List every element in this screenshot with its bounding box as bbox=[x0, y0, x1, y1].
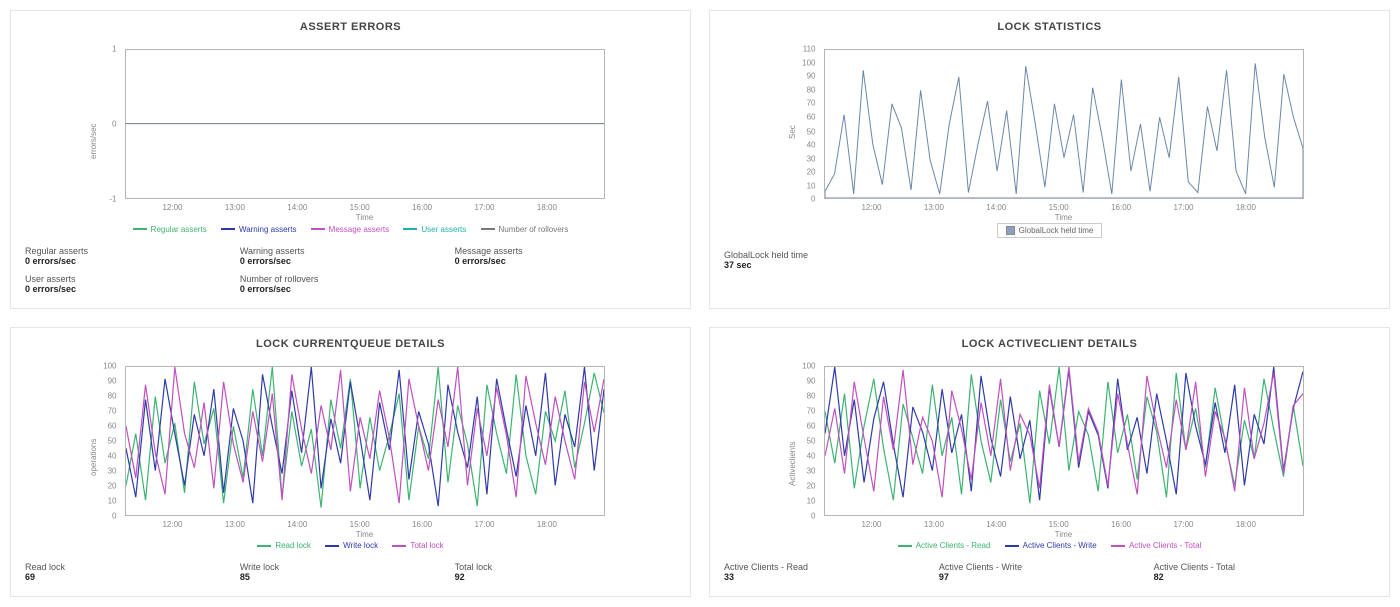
legend-item[interactable]: Write lock bbox=[325, 541, 378, 550]
stat-total-lock: Total lock92 bbox=[455, 562, 670, 582]
stat-regular-asserts: Regular asserts0 errors/sec bbox=[25, 246, 240, 266]
x-axis-label: Time bbox=[824, 213, 1304, 222]
stats-row: Regular asserts0 errors/sec Warning asse… bbox=[25, 246, 676, 294]
panel-lock-currentqueue: LOCK CURRENTQUEUE DETAILS operations 100… bbox=[10, 327, 691, 598]
panel-title: LOCK ACTIVECLIENT DETAILS bbox=[724, 338, 1375, 350]
legend-item[interactable]: GlobalLock held time bbox=[997, 223, 1103, 238]
legend-lock-statistics: GlobalLock held time bbox=[724, 223, 1375, 238]
stat-active-write: Active Clients - Write97 bbox=[939, 562, 1154, 582]
panel-title: LOCK CURRENTQUEUE DETAILS bbox=[25, 338, 676, 350]
legend-item[interactable]: Total lock bbox=[392, 541, 443, 550]
legend-lock-activeclient: Active Clients - Read Active Clients - W… bbox=[724, 540, 1375, 551]
panel-assert-errors: ASSERT ERRORS errors/sec 10-1 12:00 13:0… bbox=[10, 10, 691, 309]
panel-title: LOCK STATISTICS bbox=[724, 21, 1375, 33]
y-ticks: 1101009080706050403020100 bbox=[780, 49, 820, 199]
legend-item[interactable]: Number of rollovers bbox=[481, 225, 569, 234]
plot-area bbox=[125, 49, 605, 199]
legend-item[interactable]: Active Clients - Write bbox=[1005, 541, 1097, 550]
stat-warning-asserts: Warning asserts0 errors/sec bbox=[240, 246, 455, 266]
stats-row: Active Clients - Read33 Active Clients -… bbox=[724, 562, 1375, 582]
x-axis-label: Time bbox=[125, 213, 605, 222]
chart-lock-currentqueue[interactable]: operations 1009080706050403020100 12:00 … bbox=[81, 356, 621, 536]
legend-lock-currentqueue: Read lock Write lock Total lock bbox=[25, 540, 676, 551]
legend-item[interactable]: Warning asserts bbox=[221, 225, 297, 234]
y-ticks: 1009080706050403020100 bbox=[81, 366, 121, 516]
stat-read-lock: Read lock69 bbox=[25, 562, 240, 582]
chart-assert-errors[interactable]: errors/sec 10-1 12:00 13:00 14:00 15:00 bbox=[81, 39, 621, 219]
stat-active-read: Active Clients - Read33 bbox=[724, 562, 939, 582]
legend-item[interactable]: Active Clients - Read bbox=[898, 541, 991, 550]
panel-lock-statistics: LOCK STATISTICS Sec 11010090807060504030… bbox=[709, 10, 1390, 309]
stat-rollovers: Number of rollovers0 errors/sec bbox=[240, 274, 455, 294]
stat-user-asserts: User asserts0 errors/sec bbox=[25, 274, 240, 294]
plot-area bbox=[125, 366, 605, 516]
stat-globallock-held: GlobalLock held time37 sec bbox=[724, 250, 874, 270]
x-axis-label: Time bbox=[125, 530, 605, 539]
plot-area bbox=[824, 366, 1304, 516]
x-axis-label: Time bbox=[824, 530, 1304, 539]
stat-write-lock: Write lock85 bbox=[240, 562, 455, 582]
legend-item[interactable]: User asserts bbox=[403, 225, 466, 234]
legend-assert-errors: Regular asserts Warning asserts Message … bbox=[25, 223, 676, 234]
stats-row: Read lock69 Write lock85 Total lock92 bbox=[25, 562, 676, 582]
panel-lock-activeclient: LOCK ACTIVECLIENT DETAILS Activeclients … bbox=[709, 327, 1390, 598]
plot-area bbox=[824, 49, 1304, 199]
legend-item[interactable]: Active Clients - Total bbox=[1111, 541, 1201, 550]
legend-item[interactable]: Message asserts bbox=[311, 225, 389, 234]
stats-row: GlobalLock held time37 sec bbox=[724, 250, 1375, 270]
y-ticks: 1009080706050403020100 bbox=[780, 366, 820, 516]
chart-lock-activeclient[interactable]: Activeclients 1009080706050403020100 12:… bbox=[780, 356, 1320, 536]
dashboard-grid: ASSERT ERRORS errors/sec 10-1 12:00 13:0… bbox=[10, 10, 1390, 597]
stat-active-total: Active Clients - Total82 bbox=[1154, 562, 1369, 582]
legend-item[interactable]: Regular asserts bbox=[133, 225, 207, 234]
legend-item[interactable]: Read lock bbox=[257, 541, 311, 550]
chart-lock-statistics[interactable]: Sec 1101009080706050403020100 12:00 13:0… bbox=[780, 39, 1320, 219]
y-ticks: 10-1 bbox=[81, 49, 121, 199]
stat-message-asserts: Message asserts0 errors/sec bbox=[455, 246, 670, 266]
panel-title: ASSERT ERRORS bbox=[25, 21, 676, 33]
